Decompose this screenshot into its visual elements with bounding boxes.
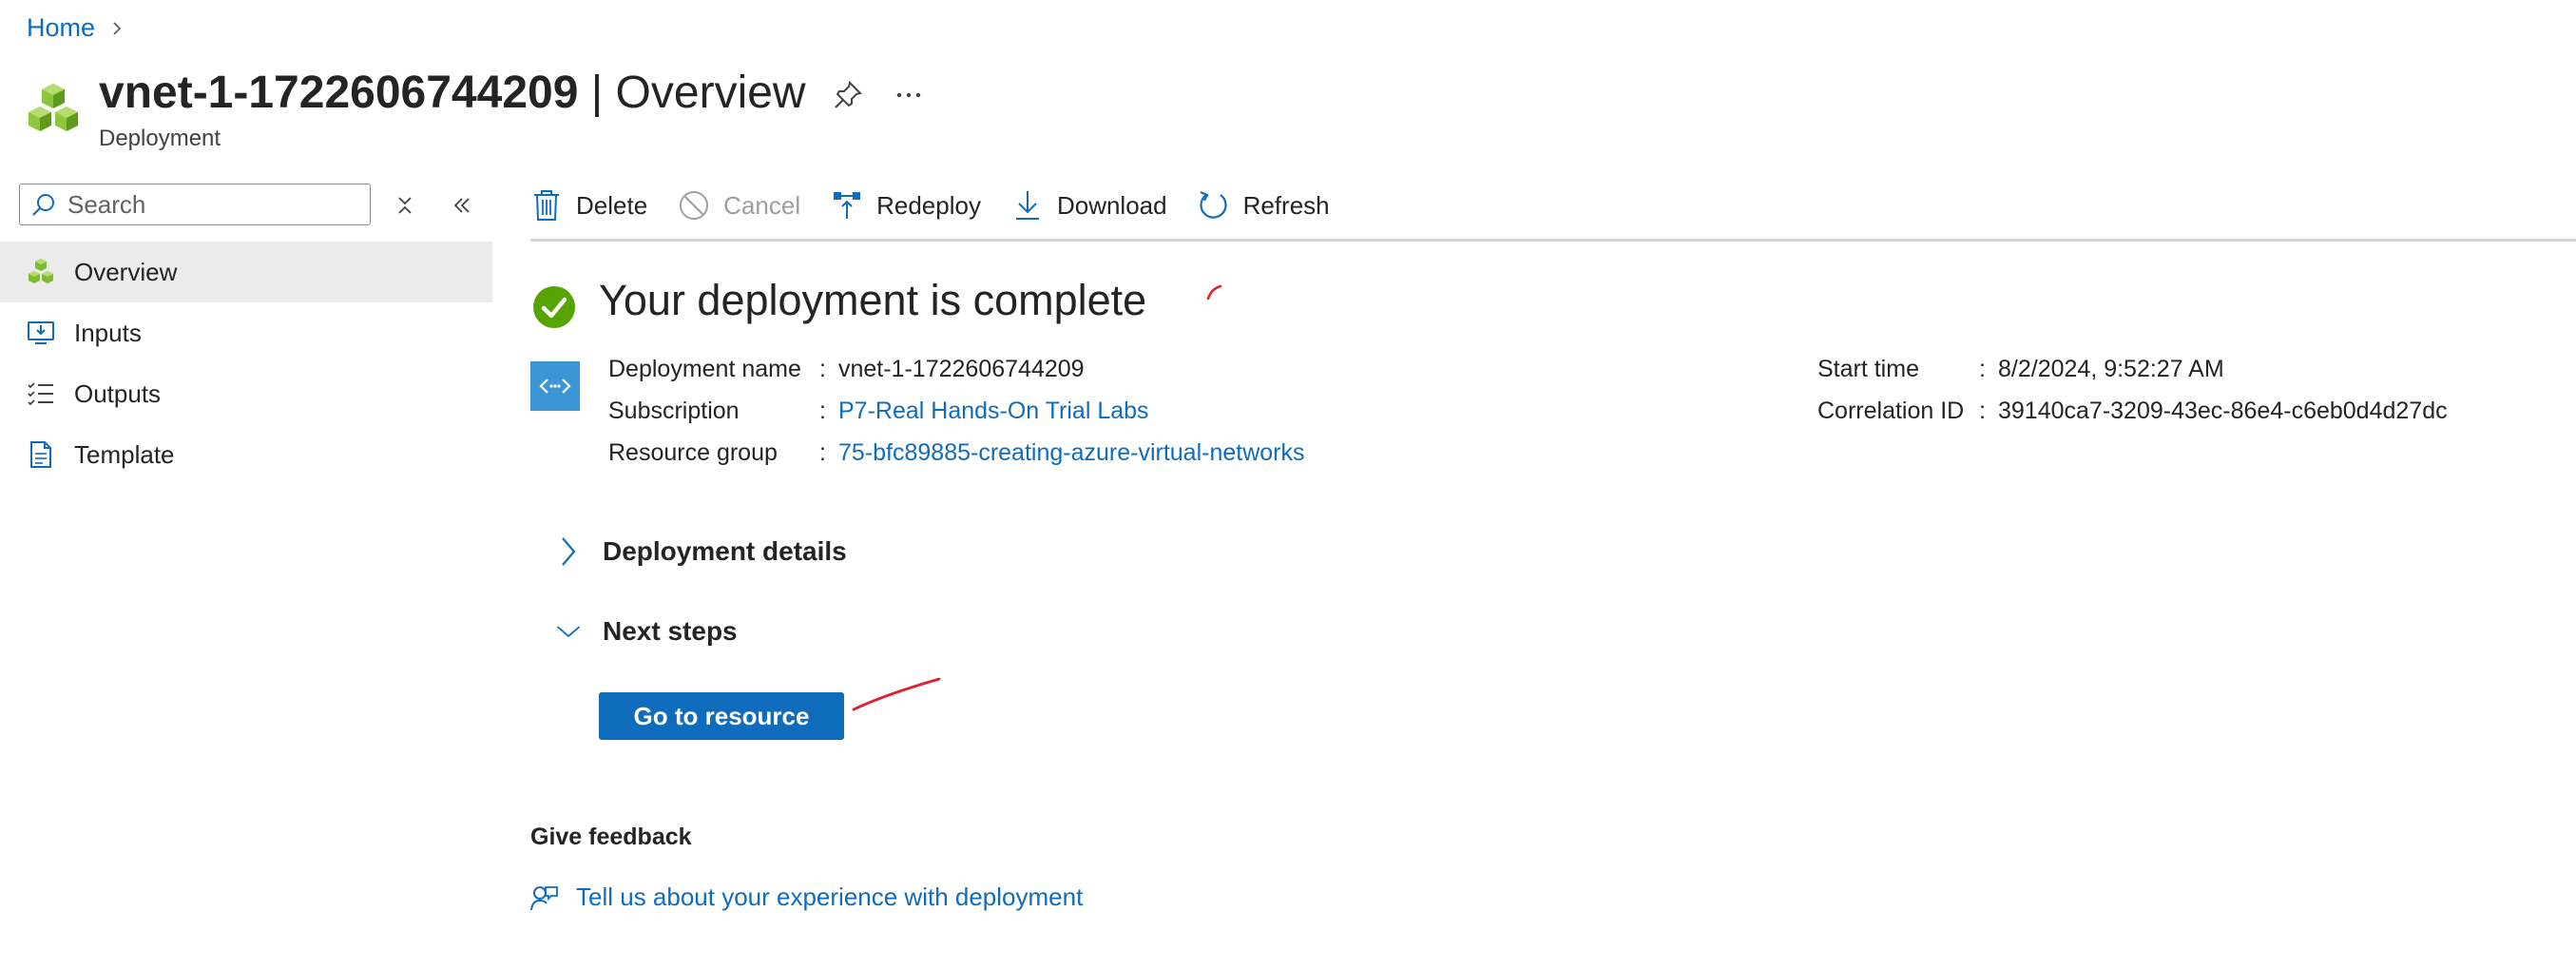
sidebar-item-template[interactable]: Template: [0, 424, 492, 485]
trash-icon: [530, 189, 563, 222]
search-icon: [32, 194, 54, 216]
resource-group-link[interactable]: 75-bfc89885-creating-azure-virtual-netwo…: [838, 439, 1305, 467]
outputs-icon: [27, 379, 55, 408]
deployment-details-label: Deployment details: [603, 536, 847, 566]
delete-label: Delete: [576, 190, 648, 220]
page-subtitle: Deployment: [99, 126, 221, 151]
deployment-name-value: vnet-1-1722606744209: [838, 356, 1085, 382]
deployment-details-toggle[interactable]: Deployment details: [555, 535, 847, 568]
separator: :: [819, 439, 826, 466]
template-icon: [27, 440, 55, 469]
command-bar: Delete Cancel Redeploy Download Refresh: [530, 181, 1360, 230]
feedback-link[interactable]: Tell us about your experience with deplo…: [530, 883, 1083, 912]
sidebar-item-outputs[interactable]: Outputs: [0, 363, 492, 424]
refresh-label: Refresh: [1242, 190, 1330, 220]
cancel-button[interactable]: Cancel: [678, 189, 800, 222]
clear-filter-button[interactable]: [386, 186, 424, 224]
collapse-sidebar-button[interactable]: [443, 186, 481, 224]
feedback-icon: [530, 885, 558, 910]
deployment-name-label: Deployment name: [608, 356, 801, 382]
double-chevron-left-icon: [453, 198, 470, 213]
correlation-id-label: Correlation ID: [1817, 398, 1965, 424]
separator: :: [1979, 356, 1986, 382]
next-steps-toggle[interactable]: Next steps: [555, 615, 738, 648]
start-time-value: 8/2/2024, 9:52:27 AM: [1998, 356, 2224, 382]
resource-group-label: Resource group: [608, 439, 778, 466]
refresh-button[interactable]: Refresh: [1198, 189, 1330, 222]
pin-button[interactable]: [829, 76, 867, 114]
separator: :: [819, 356, 826, 382]
clear-filter-icon: [398, 197, 412, 214]
search-input[interactable]: [66, 188, 355, 221]
correlation-id-value: 39140ca7-3209-43ec-86e4-c6eb0d4d27dc: [1998, 398, 2448, 424]
page-title: vnet-1-1722606744209 | Overview: [99, 67, 806, 119]
subscription-label: Subscription: [608, 398, 740, 424]
download-button[interactable]: Download: [1011, 189, 1167, 222]
refresh-icon: [1198, 189, 1230, 222]
sidebar-item-label: Overview: [74, 257, 178, 286]
pin-icon: [835, 81, 862, 108]
redeploy-button[interactable]: Redeploy: [831, 189, 981, 222]
feedback-link-text: Tell us about your experience with deplo…: [576, 883, 1084, 911]
sidebar-nav: Overview Inputs Outputs Template: [0, 242, 492, 485]
breadcrumb: Home: [27, 13, 125, 43]
cancel-icon: [678, 189, 710, 222]
deployment-cubes-icon: [29, 84, 78, 131]
sidebar-item-inputs[interactable]: Inputs: [0, 302, 492, 363]
go-to-resource-button[interactable]: Go to resource: [599, 692, 844, 740]
ellipsis-icon: [896, 92, 921, 98]
chevron-down-icon: [555, 615, 582, 648]
next-steps-label: Next steps: [603, 616, 738, 646]
annotation-mark: [852, 677, 941, 711]
sidebar-item-label: Outputs: [74, 378, 162, 408]
cancel-label: Cancel: [723, 190, 801, 220]
start-time-label: Start time: [1817, 356, 1919, 382]
redeploy-icon: [831, 189, 863, 222]
chevron-right-icon: [555, 535, 582, 568]
subscription-link[interactable]: P7-Real Hands-On Trial Labs: [838, 398, 1149, 425]
code-brackets-icon: [539, 378, 571, 394]
title-suffix: | Overview: [578, 68, 806, 118]
more-options-button[interactable]: [890, 76, 928, 114]
resource-name: vnet-1-1722606744209: [99, 68, 579, 118]
sidebar-item-overview[interactable]: Overview: [0, 242, 492, 302]
sidebar-item-label: Template: [74, 439, 175, 469]
annotation-mark: [1206, 284, 1222, 301]
download-label: Download: [1056, 190, 1167, 220]
deployment-status-heading: Your deployment is complete: [599, 276, 1147, 324]
feedback-title: Give feedback: [530, 824, 692, 850]
chevron-right-icon: [113, 21, 122, 35]
separator: :: [1979, 398, 1986, 424]
sidebar-item-label: Inputs: [74, 318, 142, 347]
deployment-icon: [530, 361, 580, 411]
breadcrumb-home-link[interactable]: Home: [27, 13, 95, 43]
sidebar-search: [19, 184, 371, 225]
delete-button[interactable]: Delete: [530, 189, 647, 222]
toolbar-divider: [530, 239, 2576, 242]
inputs-icon: [27, 319, 55, 347]
separator: :: [819, 398, 826, 424]
download-icon: [1011, 189, 1044, 222]
overview-icon: [27, 258, 55, 286]
redeploy-label: Redeploy: [876, 190, 981, 220]
success-check-icon: [533, 286, 575, 328]
